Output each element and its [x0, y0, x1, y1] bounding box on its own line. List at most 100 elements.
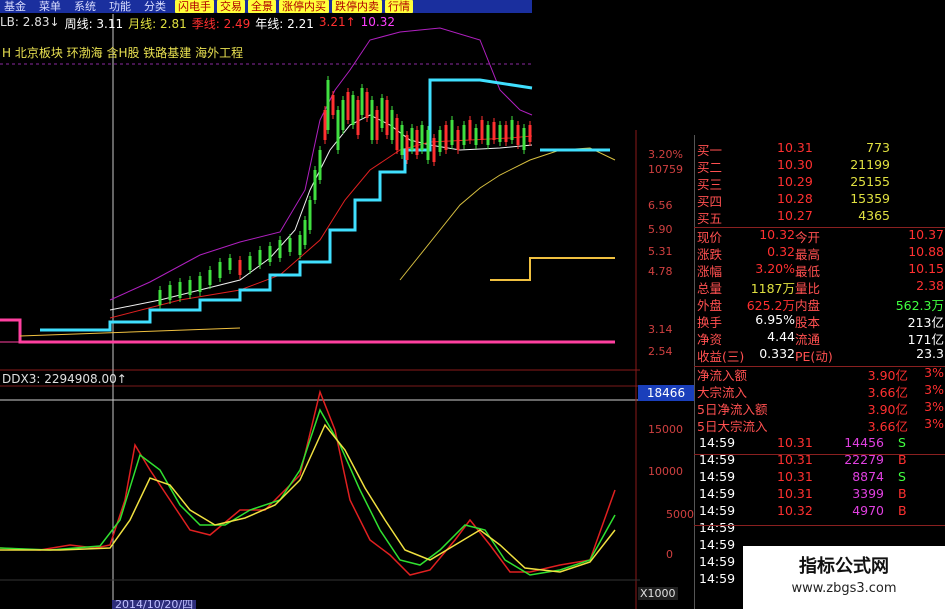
quote-separator [694, 227, 945, 228]
ddx-axis-label: 15000 [648, 423, 683, 436]
candle-body [208, 270, 212, 285]
candle-body [486, 125, 490, 145]
tick-side: S [898, 435, 906, 450]
stat-label: PE(动) [795, 349, 833, 364]
menu-item[interactable]: 功能 [105, 0, 140, 13]
chart-area[interactable] [0, 0, 640, 609]
candle-body [365, 92, 369, 118]
quote-separator [694, 525, 945, 526]
candle-body [390, 110, 394, 140]
menu-item[interactable]: 系统 [70, 0, 105, 13]
menu-item[interactable]: 基金 [0, 0, 35, 13]
ma-value: 月线: 2.81 [128, 17, 187, 31]
candle-body [313, 170, 317, 200]
tick-price: 10.31 [777, 469, 813, 484]
tick-side: B [898, 486, 907, 501]
menu-item[interactable]: 菜单 [35, 0, 70, 13]
candle-body [385, 100, 389, 135]
order-volume: 4365 [858, 208, 890, 223]
quote-row: 收益(三) 0.332 PE(动) 23.3 [695, 346, 945, 364]
watermark-title: 指标公式网 [799, 556, 889, 577]
tick-volume: 14456 [844, 435, 884, 450]
ma-value: 季线: 2.49 [191, 17, 251, 31]
stat-value: 10.32 [759, 227, 795, 242]
price-axis-label: 2.54 [648, 345, 673, 358]
stat-value: 0.332 [759, 346, 795, 361]
quote-row: 总量 1187万 量比 2.38 [695, 278, 945, 296]
ddx-axis-label: 10000 [648, 465, 683, 478]
tick-time: 14:59 [699, 503, 736, 518]
candle-body [198, 276, 202, 292]
candle-body [351, 95, 355, 125]
toolbar-button[interactable]: 跌停内卖 [332, 0, 382, 13]
quote-row: 涨跌 0.32 最高 10.88 [695, 244, 945, 262]
toolbar-button[interactable]: 行情 [385, 0, 413, 13]
ddx-indicator-label: DDX3: 2294908.00↑ [2, 372, 127, 386]
stock-sector-tags: H 北京板块 环渤海 含H股 铁路基建 海外工程 [2, 46, 244, 60]
candle-body [228, 258, 232, 270]
toolbar-button[interactable]: 涨停内买 [279, 0, 329, 13]
candle-body [426, 130, 430, 160]
tick-volume: 4970 [852, 503, 884, 518]
quote-row: 买五 10.27 4365 [695, 208, 945, 226]
candle-body [438, 130, 442, 152]
candle-body [400, 125, 404, 155]
price-axis-label: 5.90 [648, 223, 673, 236]
quote-row: 5日净流入额 3.90亿 3% [695, 399, 945, 417]
quote-row: 14:59 [695, 520, 945, 537]
price-axis-label: 4.78 [648, 265, 673, 278]
tick-time: 14:59 [699, 520, 736, 535]
tick-price: 10.32 [777, 503, 813, 518]
ddx-scale-label: X1000 [638, 587, 678, 600]
price-axis-label: 10759 [648, 163, 683, 176]
candle-body [218, 262, 222, 278]
toolbar-button[interactable]: 全景 [248, 0, 276, 13]
chart-group [0, 14, 640, 609]
candle-body [188, 280, 192, 295]
order-volume: 15359 [850, 191, 890, 206]
order-price: 10.27 [777, 208, 813, 223]
quote-row: 现价 10.32 今开 10.37 [695, 227, 945, 245]
candle-body [405, 135, 409, 160]
candle-body [318, 150, 322, 180]
candle-body [522, 128, 526, 150]
toolbar-button[interactable]: 交易 [217, 0, 245, 13]
candle-body [492, 122, 496, 140]
toolbar-button[interactable]: 闪电手 [175, 0, 214, 13]
menu-item[interactable]: 分类 [140, 0, 175, 13]
flow-pct: 3% [924, 416, 944, 431]
tick-time: 14:59 [699, 571, 736, 586]
order-price: 10.29 [777, 174, 813, 189]
candle-body [370, 100, 374, 140]
tick-time: 14:59 [699, 537, 736, 552]
ddx-red-line [0, 389, 616, 576]
ddx-green-line [0, 408, 616, 576]
candle-body [346, 92, 350, 120]
tick-time: 14:59 [699, 486, 736, 501]
tick-side: S [898, 469, 906, 484]
candle-body [480, 120, 484, 140]
candle-body [468, 120, 472, 140]
stat-value: 3.20% [755, 261, 795, 276]
quote-row: 14:59 10.31 3399 B [695, 486, 945, 503]
candle-body [288, 238, 292, 252]
flow-value: 3.66亿 [867, 419, 908, 434]
stat-value: 2.38 [916, 278, 944, 293]
white-ma-line [109, 114, 533, 311]
tick-side: B [898, 503, 907, 518]
quote-separator [694, 366, 945, 367]
candle-body [268, 246, 272, 262]
tick-volume: 8874 [852, 469, 884, 484]
candle-body [258, 250, 262, 265]
stat-value: 10.15 [908, 261, 944, 276]
candle-body [456, 130, 460, 150]
flow-pct: 3% [924, 399, 944, 414]
candle-body [410, 128, 414, 150]
watermark: 指标公式网 www.zbgs3.com [743, 546, 945, 609]
ma-value: 年线: 2.21 [255, 17, 314, 31]
candle-body [308, 200, 312, 230]
candle-body [303, 220, 307, 245]
flow-label: 5日大宗流入 [697, 419, 768, 434]
tick-time: 14:59 [699, 435, 736, 450]
quote-row: 14:59 10.31 8874 S [695, 469, 945, 486]
